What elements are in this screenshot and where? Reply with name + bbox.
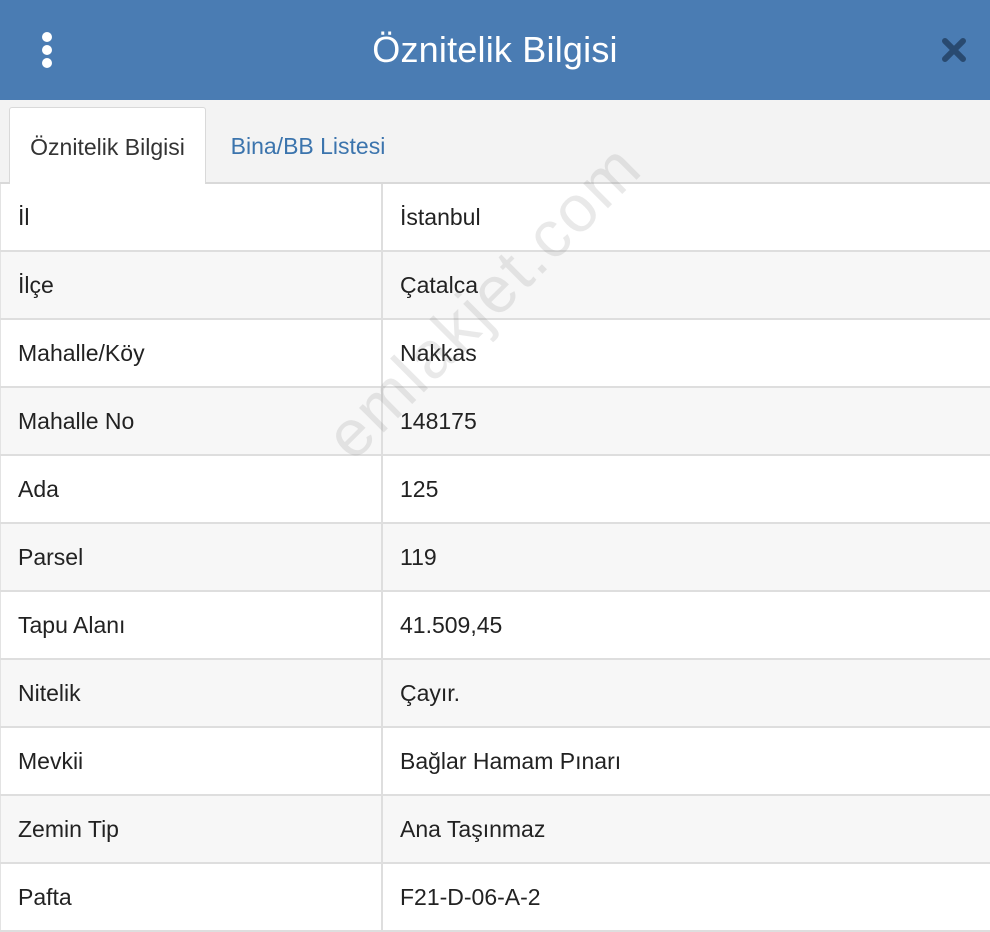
table-row: Nitelik Çayır. [0, 660, 990, 728]
table-row: İlçe Çatalca [0, 252, 990, 320]
row-key: İl [0, 184, 383, 250]
table-row: Parsel 119 [0, 524, 990, 592]
row-key: Pafta [0, 864, 383, 930]
vertical-dots-icon [42, 32, 52, 42]
row-key: Mevkii [0, 728, 383, 794]
row-value: Nakkas [400, 339, 477, 366]
row-value: 125 [400, 475, 439, 502]
vertical-dots-icon [42, 45, 52, 55]
tab-bar: Öznitelik Bilgisi Bina/BB Listesi [0, 100, 990, 186]
menu-button[interactable] [32, 28, 62, 72]
row-key: Mahalle No [0, 388, 383, 454]
row-key: İlçe [0, 252, 383, 318]
row-key: Parsel [0, 524, 383, 590]
table-row: Zemin Tip Ana Taşınmaz [0, 796, 990, 864]
table-row: İl İstanbul [0, 184, 990, 252]
row-value: Bağlar Hamam Pınarı [400, 747, 622, 774]
attribute-info-panel: Öznitelik Bilgisi Öznitelik Bilgisi Bina… [0, 0, 990, 932]
row-value: 119 [400, 543, 437, 570]
row-value: İstanbul [400, 203, 481, 230]
tab-attribute-info[interactable]: Öznitelik Bilgisi [9, 107, 206, 186]
row-key: Tapu Alanı [0, 592, 383, 658]
row-value: Ana Taşınmaz [400, 815, 546, 842]
close-icon [942, 38, 966, 62]
row-value: 41.509,45 [400, 611, 503, 638]
row-key: Zemin Tip [0, 796, 383, 862]
table-row: Pafta F21-D-06-A-2 [0, 864, 990, 932]
table-row: Mahalle/Köy Nakkas [0, 320, 990, 388]
row-value: F21-D-06-A-2 [400, 883, 541, 910]
row-value: Çayır. [400, 679, 461, 706]
table-row: Mahalle No 148175 [0, 388, 990, 456]
row-key: Mahalle/Köy [0, 320, 383, 386]
close-button[interactable] [936, 32, 972, 68]
tab-building-list[interactable]: Bina/BB Listesi [212, 107, 404, 186]
row-value: Çatalca [400, 271, 478, 298]
panel-header: Öznitelik Bilgisi [0, 0, 990, 100]
vertical-dots-icon [42, 58, 52, 68]
row-value: 148175 [400, 407, 477, 434]
attribute-table: İl İstanbul İlçe Çatalca Mahalle/Köy Nak… [0, 184, 990, 932]
panel-title: Öznitelik Bilgisi [372, 29, 618, 70]
table-row: Ada 125 [0, 456, 990, 524]
table-row: Tapu Alanı 41.509,45 [0, 592, 990, 660]
row-key: Ada [0, 456, 383, 522]
table-row: Mevkii Bağlar Hamam Pınarı [0, 728, 990, 796]
row-key: Nitelik [0, 660, 383, 726]
